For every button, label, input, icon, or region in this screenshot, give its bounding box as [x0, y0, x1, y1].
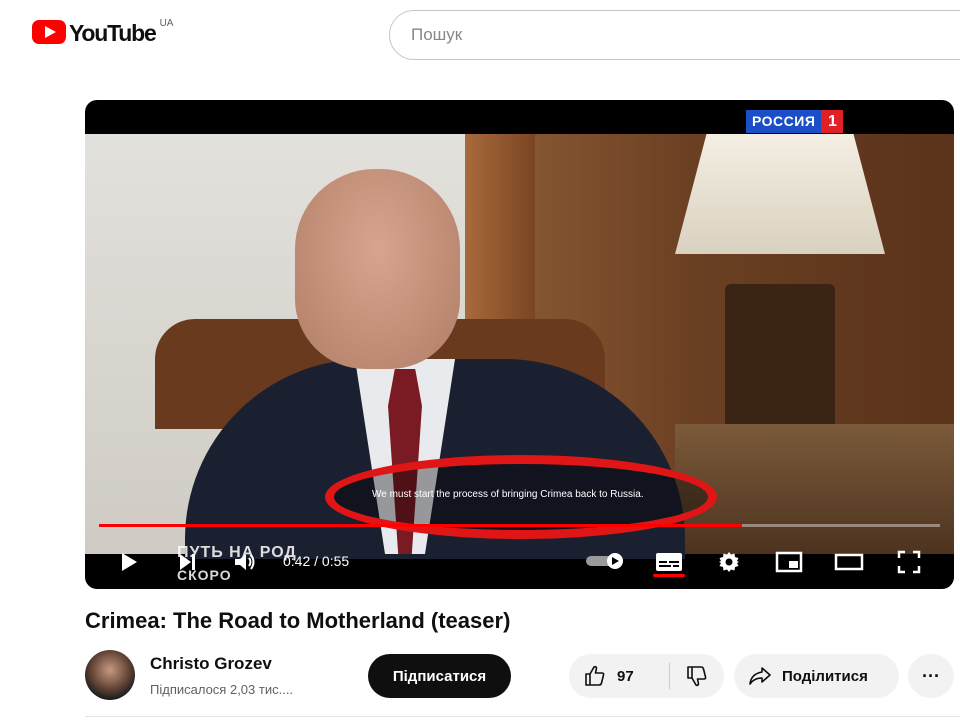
- share-label: Поділитися: [782, 667, 868, 685]
- like-button[interactable]: 97: [569, 654, 669, 698]
- channel-name[interactable]: Christo Grozev: [150, 654, 272, 674]
- next-icon: [180, 554, 195, 570]
- like-dislike-group: 97: [569, 654, 724, 698]
- progress-bar[interactable]: [99, 524, 940, 527]
- next-button[interactable]: [171, 546, 203, 578]
- speaker-face: [295, 169, 460, 369]
- play-icon: [122, 553, 137, 571]
- volume-button[interactable]: [229, 546, 261, 578]
- channel-logo-name: РОССИЯ: [746, 110, 822, 133]
- share-button[interactable]: Поділитися: [734, 654, 899, 698]
- miniplayer-button[interactable]: [773, 546, 805, 578]
- video-player[interactable]: ПУТЬ НА РОД СКОРО РОССИЯ 1 We must start…: [85, 100, 954, 589]
- thumbs-up-icon: [585, 665, 605, 686]
- theater-mode-button[interactable]: [833, 546, 865, 578]
- side-table: [675, 424, 954, 554]
- search-placeholder: Пошук: [411, 25, 463, 44]
- theater-mode-icon: [834, 553, 864, 571]
- tv-channel-logo: РОССИЯ 1: [746, 110, 844, 133]
- autoplay-toggle[interactable]: [585, 552, 625, 570]
- fullscreen-icon: [897, 550, 921, 574]
- settings-button[interactable]: [713, 546, 745, 578]
- dislike-button[interactable]: [670, 654, 724, 698]
- region-code: UA: [159, 18, 174, 29]
- more-actions-button[interactable]: ···: [908, 654, 954, 698]
- youtube-play-logo-icon: [32, 20, 66, 44]
- volume-icon: [235, 554, 255, 570]
- subscriber-count: Підписалося 2,03 тис....: [150, 682, 294, 697]
- play-button[interactable]: [113, 546, 145, 578]
- search-input[interactable]: Пошук: [389, 10, 960, 60]
- more-dots-icon: ···: [922, 665, 940, 686]
- time-display: 0:42 / 0:55: [283, 553, 350, 569]
- subscribe-button[interactable]: Підписатися: [368, 654, 511, 698]
- lamp-base: [725, 284, 835, 429]
- progress-fill: [99, 524, 742, 527]
- autoplay-toggle-icon: [586, 553, 623, 569]
- video-title: Crimea: The Road to Motherland (teaser): [85, 608, 511, 633]
- divider-line: [85, 716, 960, 717]
- thumbs-down-icon: [687, 666, 707, 687]
- fullscreen-button[interactable]: [893, 546, 925, 578]
- subtitles-icon: [656, 553, 682, 571]
- channel-avatar[interactable]: [85, 650, 135, 700]
- miniplayer-icon: [775, 551, 803, 573]
- like-count: 97: [617, 667, 634, 685]
- player-controls: 0:42 / 0:55: [85, 540, 954, 584]
- share-icon: [749, 667, 771, 685]
- lamp-shade: [675, 134, 885, 254]
- subtitles-active-indicator: [653, 574, 685, 577]
- settings-icon: [719, 552, 739, 572]
- logo-text: YouTube: [69, 20, 157, 46]
- caption-text: We must start the process of bringing Cr…: [372, 489, 644, 500]
- youtube-logo[interactable]: YouTube UA: [32, 18, 173, 48]
- channel-logo-number: 1: [821, 110, 844, 133]
